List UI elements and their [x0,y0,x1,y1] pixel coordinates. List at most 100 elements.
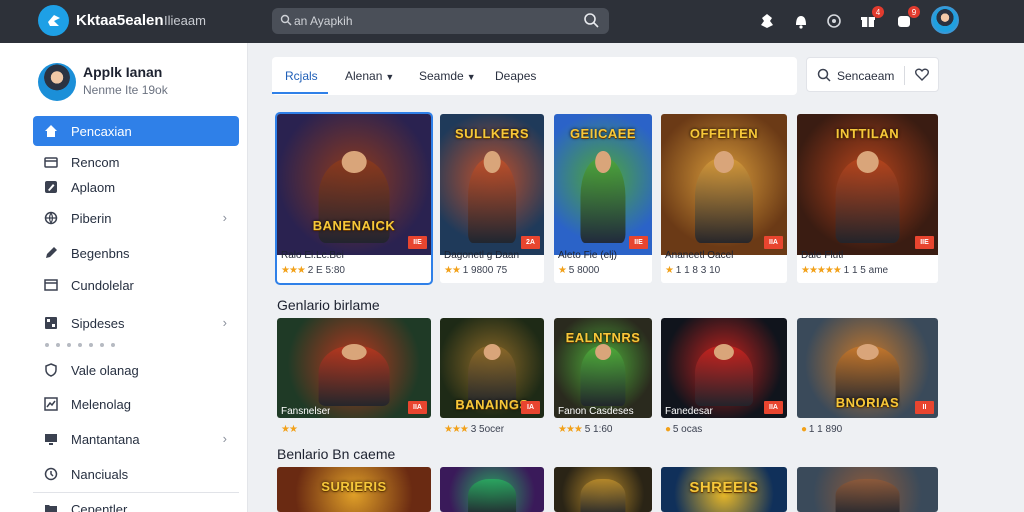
game-card-s2-2[interactable] [554,467,652,512]
tab-1[interactable]: Alenan ▼ [345,69,394,83]
notification-icon[interactable]: 9 [893,6,920,32]
search-icon[interactable] [583,12,599,33]
game-meta: ★ 5 8000 [558,265,600,276]
game-hero [468,479,516,512]
profile-avatar[interactable] [38,63,76,101]
content-search-box[interactable]: Sencaeam [806,57,939,92]
game-card-s1-1[interactable]: BANAINGS IA ★★★ 3 5ocer [440,318,544,438]
sidebar-item-10[interactable]: Nanciuals [33,459,239,489]
game-caption: Fanedesar [665,406,713,417]
game-card-s1-2[interactable]: EALNTNRS Fanon Casdeses ★★★ 5 1:60 [554,318,652,438]
sidebar-item-4[interactable]: Begenbns [33,238,239,268]
game-hero [580,479,626,512]
sidebar-item-label: Vale olanag [71,362,139,378]
sidebar-item-8[interactable]: Melenolag [33,389,239,419]
game-meta: ● 1 1 890 [801,424,843,435]
game-tag: IA [521,401,540,414]
sidebar-item-2[interactable]: Aplaom [33,172,239,202]
section-title: Genlario birlame [277,297,380,313]
caret-down-icon: ▼ [385,72,395,82]
game-hero [835,479,900,512]
chevron-right-icon: › [222,210,227,225]
sidebar-item-label: Pencaxian [71,123,132,139]
caret-down-icon: ▼ [466,72,476,82]
monitor-icon [43,431,59,447]
game-caption: Ralo Ei.Lc.Bei [281,250,344,261]
game-hero-head [713,150,735,174]
puzzle-icon[interactable] [756,10,778,32]
circle-icon[interactable] [823,10,845,32]
game-art-featured-1: SULLKERS [440,114,544,255]
sidebar-item-5[interactable]: Cundolelar [33,270,239,300]
profile-subtitle: Nenme Ite 19ok [83,83,168,97]
pen-icon [43,245,59,261]
game-art-title: SULLKERS [454,126,530,141]
sidebar-item-7[interactable]: Vale olanag [33,355,239,385]
game-art-title: BANENAICK [312,218,396,233]
game-art-title: SURIERIS [321,479,387,494]
game-card-s2-1[interactable] [440,467,544,512]
search-placeholder: an Ayapkih [294,14,353,28]
sidebar-item-9[interactable]: Mantantana › [33,424,239,454]
app-logo-icon[interactable] [38,5,69,36]
user-avatar[interactable] [931,6,959,34]
search-input[interactable]: an Ayapkih [272,8,609,34]
game-art-s1-2: EALNTNRS Fanon Casdeses [554,318,652,418]
game-card-featured-0[interactable]: BANENAICK IIE Ralo Ei.Lc.Bei ★★★ 2 E 5:8… [275,112,433,285]
game-art-s2-4 [797,467,938,512]
game-caption: Fanon Casdeses [558,406,634,417]
separator-dots [45,343,115,347]
heart-icon[interactable] [915,68,929,86]
game-hero-head [595,150,611,174]
sidebar-item-0[interactable]: Pencaxian [33,116,239,146]
game-caption: Fansnelser [281,406,331,417]
game-art-featured-3: OFFEITEN [661,114,787,255]
game-card-s1-4[interactable]: BNORIAS II ● 1 1 890 [797,318,938,438]
sidebar-item-label: Begenbns [71,245,130,261]
game-card-s1-0[interactable]: Fansnelser IIA ★★ [277,318,431,438]
globe-icon [43,210,59,226]
game-card-s2-3[interactable]: SHREEIS [661,467,787,512]
game-art-s2-1 [440,467,544,512]
tab-0[interactable]: Rcjals [285,69,318,83]
tab-active-indicator [272,92,328,94]
game-tag: IIE [629,236,648,249]
card-icon [43,154,59,170]
sidebar-item-11[interactable]: Cepentler [33,494,239,512]
clock-icon [43,466,59,482]
tab-2[interactable]: Seamde ▼ [419,69,476,83]
game-tag: IIA [764,401,783,414]
game-card-s1-3[interactable]: Fanedesar IIA ● 5 ocas [661,318,787,438]
tab-bar: Rcjals Alenan ▼ Seamde ▼ Deapes [272,57,797,95]
game-tag: IIA [408,401,427,414]
shield-icon [43,362,59,378]
search-icon [817,68,831,87]
tab-3[interactable]: Deapes [495,69,536,83]
game-card-featured-1[interactable]: SULLKERS 2A Dagonetl g Daan ★★ 1 9800 75 [440,114,544,283]
sidebar-item-3[interactable]: Piberin › [33,203,239,233]
rating-stars: ★★★ [558,424,583,435]
game-card-s2-4[interactable] [797,467,938,512]
rating-stars: ★ [665,265,674,276]
sidebar-item-label: Cepentler [71,501,128,512]
game-hero-head [341,150,367,174]
gift-icon[interactable]: 4 [857,6,884,32]
game-meta: ★★ 1 9800 75 [444,265,508,276]
rating-stars: ★★★ [444,424,469,435]
search-small-icon [280,13,292,31]
game-card-featured-4[interactable]: INTTILAN IIE Dale Flutl ★★★★★ 1 1 5 ame [797,114,938,283]
game-card-s2-0[interactable]: SURIERIS [277,467,431,512]
game-caption: Aleto Fie (elj) [558,250,617,261]
game-card-featured-3[interactable]: OFFEITEN IIA Ananeetl Oacel ★ 1 1 8 3 10 [661,114,787,283]
game-hero-head [856,344,879,360]
game-meta: ★★★★★ 1 1 5 ame [801,265,889,276]
bell-icon[interactable] [790,10,812,32]
game-meta: ★ 1 1 8 3 10 [665,265,721,276]
sidebar-divider [33,492,239,493]
game-card-featured-2[interactable]: GEIICAEE IIE Aleto Fie (elj) ★ 5 8000 [554,114,652,283]
sidebar-item-6[interactable]: Sipdeses › [33,308,239,338]
sidebar-item-label: Mantantana [71,431,140,447]
game-art-title: GEIICAEE [569,126,637,141]
grid-icon [43,315,59,331]
game-art-title: SHREEIS [689,479,759,496]
